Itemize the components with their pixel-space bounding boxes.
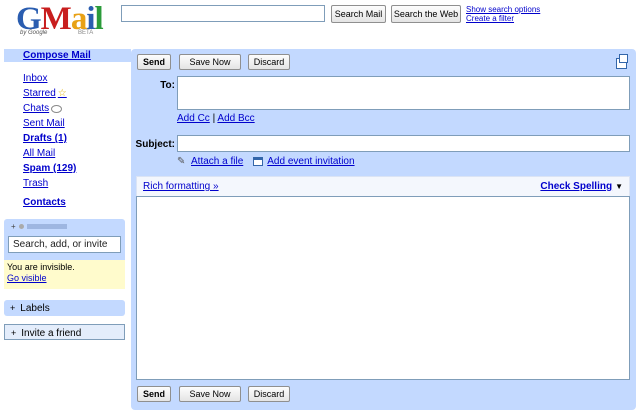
sidebar-item-drafts[interactable]: Drafts (1) [23, 131, 76, 146]
expand-icon: + [11, 328, 17, 338]
send-button[interactable]: Send [137, 54, 171, 70]
sidebar-item-sent[interactable]: Sent Mail [23, 116, 76, 131]
chat-bubble-icon [51, 104, 63, 113]
attach-row: ✎ Attach a file Add event invitation [177, 156, 355, 167]
contacts-link[interactable]: Contacts [23, 197, 66, 208]
check-spelling-control[interactable]: Check Spelling ▼ [540, 181, 623, 192]
expand-icon[interactable]: + [11, 222, 16, 231]
logo-by-google: by Google [20, 30, 48, 36]
sidebar-item-starred[interactable]: Starred ☆ [23, 86, 76, 101]
sidebar-item-label: Inbox [23, 73, 48, 84]
sidebar-item-spam[interactable]: Spam (129) [23, 161, 76, 176]
add-cc-link[interactable]: Add Cc [177, 113, 210, 124]
chat-search-input[interactable]: Search, add, or invite [8, 236, 121, 253]
sidebar-item-inbox[interactable]: Inbox [23, 71, 76, 86]
check-spelling-link[interactable]: Check Spelling [540, 181, 612, 192]
search-input[interactable] [121, 5, 325, 22]
labels-panel[interactable]: + Labels [4, 300, 125, 316]
go-visible-link[interactable]: Go visible [7, 273, 122, 284]
sidebar-item-label: Starred [23, 88, 56, 99]
add-bcc-link[interactable]: Add Bcc [217, 113, 254, 124]
star-icon: ☆ [57, 88, 67, 99]
sidebar-item-chats[interactable]: Chats [23, 101, 76, 116]
expand-icon: + [10, 303, 16, 313]
show-search-options-link[interactable]: Show search options [466, 5, 540, 14]
compose-mail-link[interactable]: Compose Mail [23, 49, 91, 62]
logo-beta: BETA [78, 30, 94, 36]
sidebar-item-trash[interactable]: Trash [23, 176, 76, 191]
discard-button[interactable]: Discard [248, 54, 290, 70]
rich-formatting-link[interactable]: Rich formatting » [143, 181, 219, 192]
attach-file-link[interactable]: Attach a file [191, 156, 243, 167]
sidebar-item-label: Drafts (1) [23, 133, 67, 144]
chat-header[interactable]: + [11, 222, 67, 231]
sidebar-item-label: Trash [23, 178, 49, 189]
to-field[interactable] [177, 76, 630, 110]
status-dot-icon [18, 224, 24, 229]
invisible-status-text: You are invisible. [7, 262, 75, 272]
invisible-status-box: You are invisible. Go visible [4, 260, 125, 289]
editor-toolbar: Rich formatting » Check Spelling ▼ [136, 176, 630, 196]
invite-title: Invite a friend [21, 328, 82, 339]
discard-button[interactable]: Discard [248, 386, 290, 402]
sidebar-item-label: All Mail [23, 148, 56, 159]
subject-label: Subject: [135, 139, 175, 150]
folder-nav: Inbox Starred ☆ Chats Sent Mail Drafts (1) All… [23, 71, 76, 191]
invite-panel[interactable]: + Invite a friend [4, 324, 125, 340]
compose-panel: Send Save Now Discard To: Add Cc | Add B… [131, 49, 636, 410]
labels-title: Labels [20, 303, 50, 314]
save-now-button[interactable]: Save Now [179, 386, 241, 402]
paperclip-icon: ✎ [177, 155, 186, 167]
chat-panel: + Search, add, or invite You are invisib… [4, 219, 125, 289]
compose-mail-bar: Compose Mail [4, 49, 131, 62]
sidebar-item-label: Spam (129) [23, 163, 77, 174]
dropdown-arrow-icon[interactable]: ▼ [615, 182, 623, 191]
sidebar-item-label: Sent Mail [23, 118, 65, 129]
message-body-editor[interactable] [136, 196, 630, 380]
save-now-button[interactable]: Save Now [179, 54, 241, 70]
blurred-username [26, 224, 67, 229]
cc-bcc-separator: | [212, 113, 216, 124]
gmail-logo[interactable]: GMail by Google BETA [14, 2, 110, 42]
sidebar-item-label: Chats [23, 103, 50, 114]
add-event-link[interactable]: Add event invitation [267, 156, 354, 167]
search-mail-button[interactable]: Search Mail [331, 5, 386, 23]
logo-letter: l [94, 1, 104, 37]
create-filter-link[interactable]: Create a filter [466, 14, 540, 23]
send-button[interactable]: Send [137, 386, 171, 402]
sidebar-item-all[interactable]: All Mail [23, 146, 76, 161]
new-window-icon[interactable] [616, 54, 628, 69]
calendar-icon [253, 157, 264, 166]
search-web-button[interactable]: Search the Web [391, 5, 461, 23]
to-label: To: [160, 80, 175, 91]
subject-field[interactable] [177, 135, 630, 152]
cc-bcc-links: Add Cc | Add Bcc [177, 113, 255, 124]
